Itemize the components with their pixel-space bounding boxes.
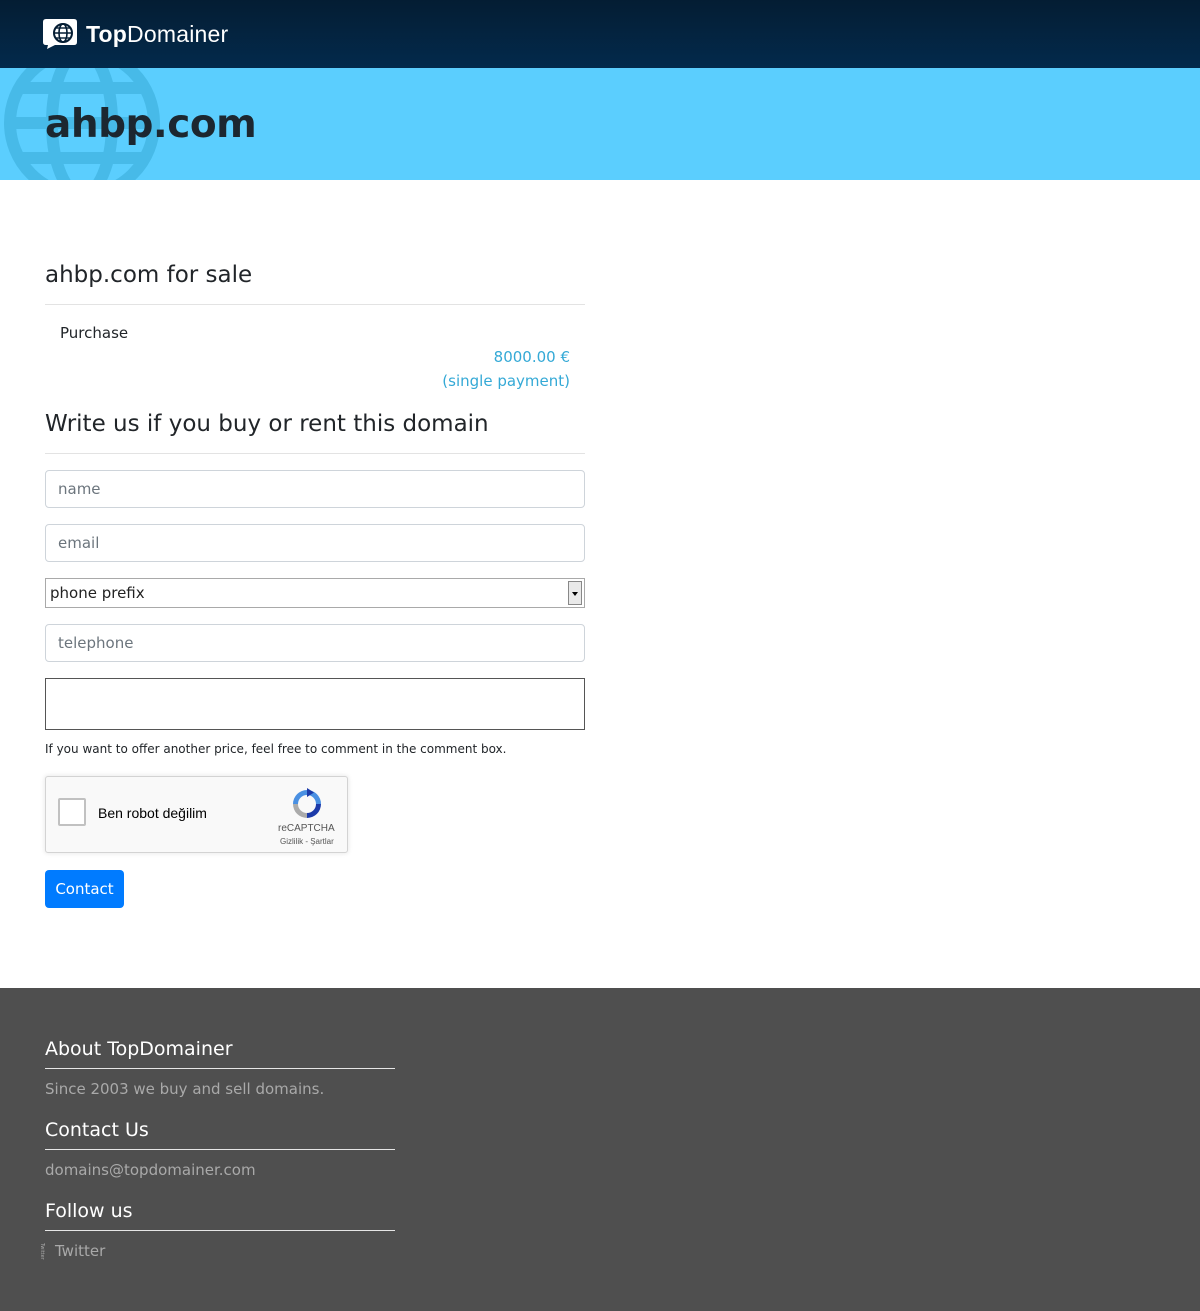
contact-button[interactable]: Contact (45, 870, 124, 908)
phone-prefix-select[interactable]: phone prefix (45, 578, 585, 608)
chevron-down-icon[interactable] (568, 581, 582, 605)
comment-hint: If you want to offer another price, feel… (45, 742, 507, 756)
telephone-input[interactable] (45, 624, 585, 662)
footer-divider (45, 1230, 395, 1231)
recaptcha-widget: Ben robot değilim reCAPTCHA Gizlilik - Ş… (45, 776, 348, 853)
footer: About TopDomainer Since 2003 we buy and … (0, 988, 1200, 1311)
name-input[interactable] (45, 470, 585, 508)
comment-textarea[interactable] (45, 678, 585, 730)
sale-heading: ahbp.com for sale (45, 262, 253, 288)
recaptcha-brand: reCAPTCHA (278, 823, 335, 834)
footer-divider (45, 1149, 395, 1150)
globe-hand-icon (43, 19, 77, 49)
hero-banner: ahbp.com (0, 68, 1200, 180)
price-note: (single payment) (442, 372, 570, 390)
brand-link[interactable]: TopDomainer (41, 18, 228, 50)
phone-prefix-value: phone prefix (50, 584, 145, 602)
recaptcha-icon (293, 788, 321, 818)
form-heading: Write us if you buy or rent this domain (45, 411, 489, 437)
top-navbar: TopDomainer (0, 0, 1200, 68)
footer-about-heading: About TopDomainer (45, 1038, 233, 1060)
email-input[interactable] (45, 524, 585, 562)
footer-about-text: Since 2003 we buy and sell domains. (45, 1080, 325, 1098)
divider (45, 453, 585, 454)
twitter-icon: Twitter (39, 1243, 45, 1260)
recaptcha-links[interactable]: Gizlilik - Şartlar (280, 837, 334, 846)
domain-title: ahbp.com (45, 102, 257, 147)
footer-contact-heading: Contact Us (45, 1119, 149, 1141)
brand-name: TopDomainer (86, 20, 229, 47)
footer-contact-email[interactable]: domains@topdomainer.com (45, 1161, 256, 1179)
purchase-label: Purchase (60, 324, 129, 342)
price-value: 8000.00 € (493, 348, 570, 366)
twitter-label: Twitter (55, 1242, 106, 1260)
divider (45, 304, 585, 305)
recaptcha-checkbox[interactable] (58, 798, 86, 826)
recaptcha-label: Ben robot değilim (98, 805, 207, 821)
twitter-link[interactable]: Twitter Twitter (39, 1242, 106, 1260)
footer-follow-heading: Follow us (45, 1200, 133, 1222)
footer-divider (45, 1068, 395, 1069)
